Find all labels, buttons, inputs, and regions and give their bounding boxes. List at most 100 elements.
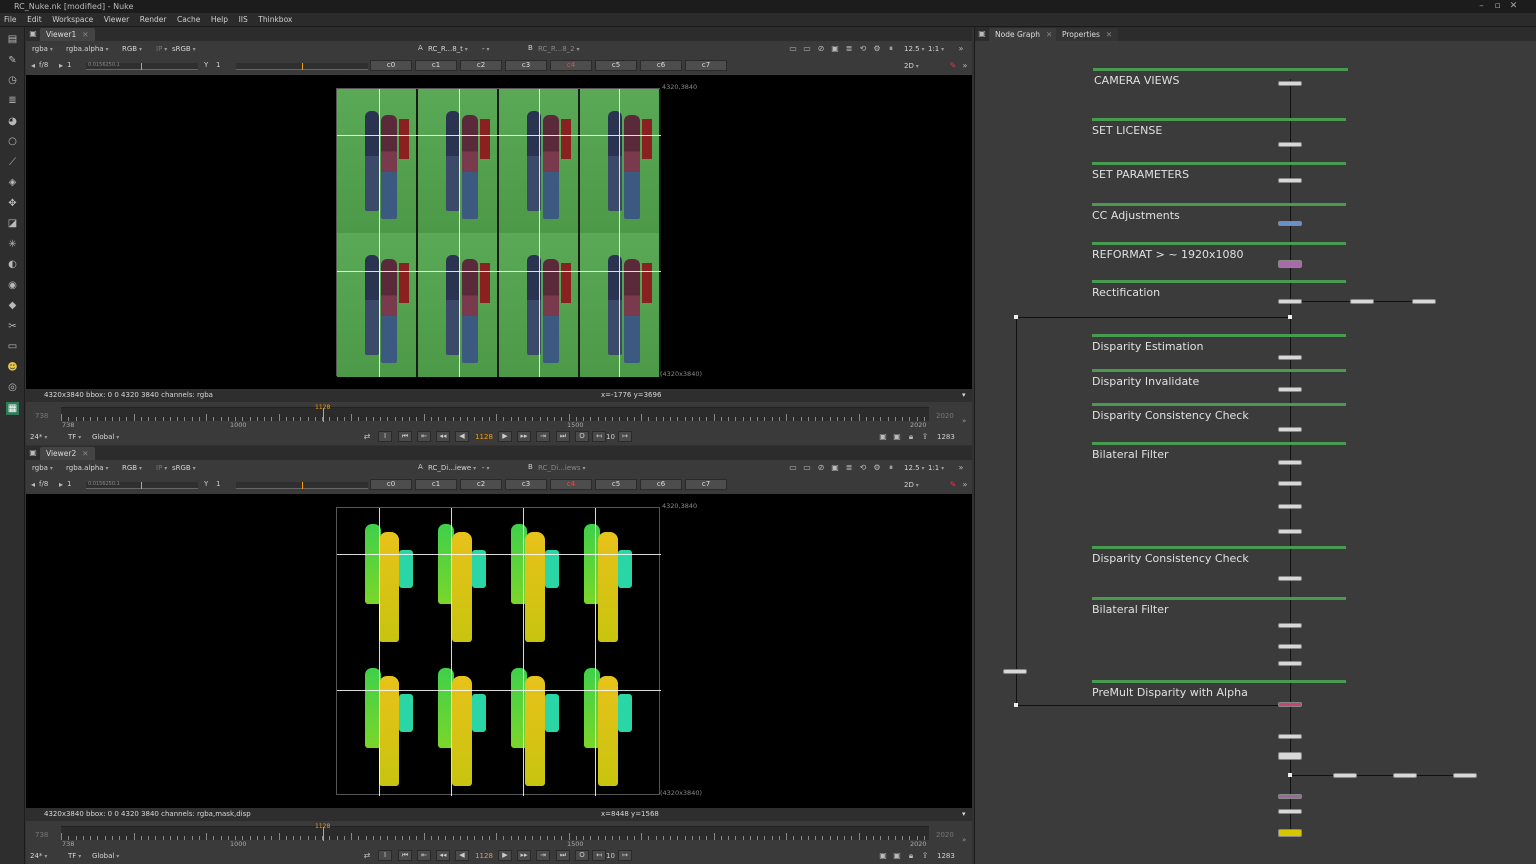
node-bilateral-5[interactable] [1278,623,1302,628]
settings-icon[interactable]: ⚙ [872,463,882,473]
play-backward-button[interactable]: ◀ [455,850,469,861]
node-set-license[interactable] [1278,142,1302,147]
channel-button-c5[interactable]: c5 [595,60,637,71]
backdrop-camera-views[interactable] [1093,68,1348,71]
channel-icon[interactable]: ≣ [6,94,19,107]
channel-button-c1[interactable]: c1 [415,479,457,490]
next-increment-button[interactable]: ▸▸ [517,850,531,861]
rgb-dropdown[interactable]: RGB [122,44,142,54]
gamma-value[interactable]: 1 [216,61,220,69]
time-icon[interactable]: ◷ [6,74,19,87]
info-expand-icon[interactable]: ▾ [962,808,966,821]
backdrop-disparity-invalidate[interactable] [1092,369,1346,372]
node-disparity-invalidate[interactable] [1278,387,1302,392]
timeline-expand-icon[interactable]: » [962,417,966,425]
step-back-button[interactable]: ↤ [592,850,606,861]
node-final-purple[interactable] [1278,794,1302,799]
dot-node[interactable] [1014,703,1018,707]
ocula-icon[interactable]: ◎ [6,381,19,394]
stats-icon[interactable]: ≣ [844,44,854,54]
current-frame-field[interactable]: 1128 [472,433,496,441]
prev-key-button[interactable]: ⇤ [417,431,431,442]
keyer-icon[interactable]: ⟋ [6,156,19,169]
next-key-button[interactable]: ⇥ [536,850,550,861]
view-mode-dropdown[interactable]: 2D [904,480,919,490]
viewer2-timeline[interactable]: 738 1128 738 1000 1500 2020 2020 » [26,822,972,850]
node-disparity-estimation[interactable] [1278,355,1302,360]
in-point-button[interactable]: I [378,431,392,442]
channels-dropdown[interactable]: rgba [32,463,53,473]
backdrop-set-parameters[interactable] [1092,162,1346,165]
particles-icon[interactable]: ✳ [6,238,19,251]
lut-dropdown[interactable]: sRGB [172,44,196,54]
wipe-icon[interactable]: ⊘ [816,44,826,54]
timeline-track[interactable]: 1128 [61,823,929,841]
ip-toggle[interactable]: IP [156,463,167,473]
channel-button-c3[interactable]: c3 [505,479,547,490]
prev-key-button[interactable]: ⇤ [417,850,431,861]
panel-menu-icon[interactable]: ▣ [977,29,987,39]
in-point-button[interactable]: I [378,850,392,861]
cara-icon[interactable]: ▦ [6,402,19,415]
timeline-track[interactable]: 1128 [61,404,929,422]
merge-op-dropdown[interactable]: - [482,463,489,473]
rgb-dropdown[interactable]: RGB [122,463,142,473]
backdrop-disparity-consistency-check[interactable] [1092,403,1346,406]
end-frame-field[interactable]: 1283 [937,433,955,441]
input-a-dropdown[interactable]: RC_R...8_t [428,44,468,54]
close-tab-icon[interactable]: ✕ [82,30,88,39]
views-icon[interactable]: ◉ [6,279,19,292]
proxy-icon[interactable]: ▭ [802,44,812,54]
alpha-dropdown[interactable]: rgba.alpha [66,463,108,473]
prev-stop-icon[interactable]: ◂ [28,61,38,71]
node-rectification-view-3[interactable] [1412,299,1436,304]
next-stop-icon[interactable]: ▸ [56,480,66,490]
loop-icon[interactable]: ⇄ [362,851,372,861]
node-bilateral-7[interactable] [1278,661,1302,666]
paint-icon[interactable]: ✎ [6,54,19,67]
deep-icon[interactable]: ◐ [6,258,19,271]
expand-icon[interactable]: » [956,463,966,473]
node-loop-input[interactable] [1003,669,1027,674]
gain-slider-handle[interactable] [141,63,142,70]
next-key-button[interactable]: ⇥ [536,431,550,442]
play-backward-button[interactable]: ◀ [455,431,469,442]
close-icon[interactable]: ✕ [1508,1,1519,11]
tab-viewer1[interactable]: Viewer1 ✕ [40,28,95,41]
channel-button-c3[interactable]: c3 [505,60,547,71]
step-forward-button[interactable]: ↦ [618,850,632,861]
flipbook-icon[interactable]: ▣ [878,851,888,861]
pause-icon[interactable]: ⏸ [886,463,896,473]
color-icon[interactable]: ◕ [6,115,19,128]
close-tab-icon[interactable]: ✕ [1046,30,1052,39]
node-bilateral-6[interactable] [1278,644,1302,649]
expand-icon[interactable]: » [956,44,966,54]
step-forward-button[interactable]: ↦ [618,431,632,442]
backdrop-reformat[interactable] [1092,242,1346,245]
channel-button-c2[interactable]: c2 [460,60,502,71]
viewer2-canvas[interactable]: 4320,3840 (4320x3840) [26,494,972,808]
pause-icon[interactable]: ⏸ [886,44,896,54]
channel-button-c0[interactable]: c0 [370,479,412,490]
other-icon[interactable]: ▭ [6,340,19,353]
first-frame-button[interactable]: ⏮ [398,431,412,442]
menu-iis[interactable]: IIS [235,13,252,27]
dot-node[interactable] [1288,773,1292,777]
filter-icon[interactable]: ○ [6,135,19,148]
close-tab-icon[interactable]: ✕ [82,449,88,458]
metadata-icon[interactable]: ◆ [6,299,19,312]
gain-value[interactable]: 1 [67,61,71,69]
menu-viewer[interactable]: Viewer [100,13,134,27]
ip-toggle[interactable]: IP [156,44,167,54]
viewer1-canvas[interactable]: 4320,3840 (4320x3840) [26,75,972,389]
merge-icon[interactable]: ◈ [6,176,19,189]
node-viewer-output[interactable] [1278,829,1302,837]
play-forward-button[interactable]: ▶ [498,431,512,442]
step-field[interactable]: 10 [606,433,615,441]
node-reformat[interactable] [1278,260,1302,268]
node-bilateral-4[interactable] [1278,529,1302,534]
timeline-in[interactable]: 738 [35,831,48,839]
alpha-dropdown[interactable]: rgba.alpha [66,44,108,54]
step-field[interactable]: 10 [606,852,615,860]
out-point-button[interactable]: O [575,850,589,861]
